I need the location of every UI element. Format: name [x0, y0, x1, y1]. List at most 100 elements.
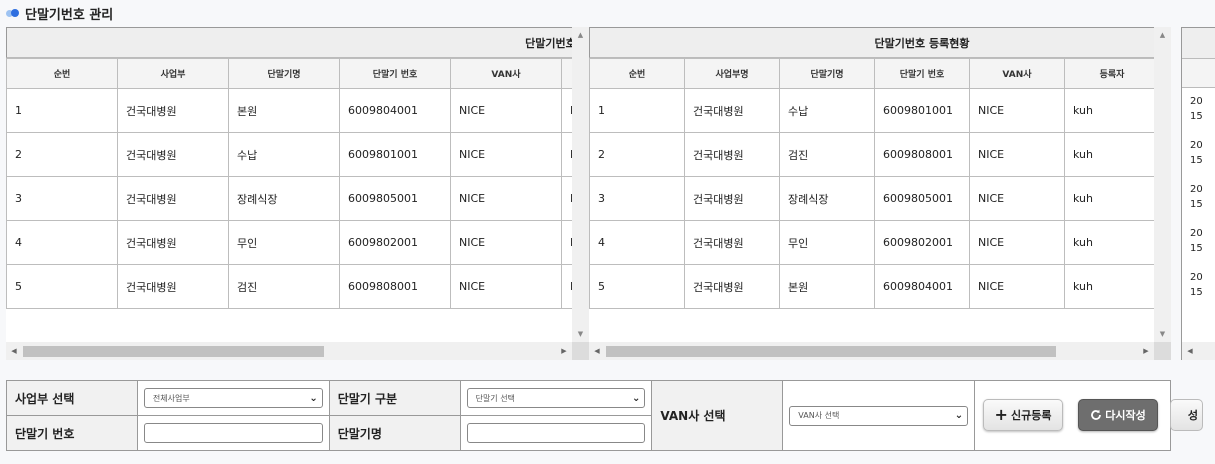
cell-division: 건국대병원	[117, 132, 229, 177]
col-header-terminal-name[interactable]: 단말기명	[779, 58, 875, 89]
cell-terminal-name: 장례식장	[228, 176, 340, 221]
cell-terminal-number: 6009805001	[339, 176, 451, 221]
date-fragment-top: 20	[1190, 96, 1203, 107]
terminal-type-placeholder: 단말기 선택	[475, 393, 515, 403]
registration-scroll-thumb[interactable]	[606, 346, 1056, 357]
date-fragment: 20 15	[1190, 182, 1203, 212]
scroll-left-icon[interactable]: ◀	[6, 342, 22, 360]
table-row[interactable]: 1 건국대병원 수납 6009801001 NICE kuh	[589, 88, 1171, 133]
table-row[interactable]: 5건국대병원검진6009808001NICEN	[6, 264, 589, 309]
date-fragment-top: 20	[1190, 228, 1203, 239]
partial-button[interactable]: 성	[1170, 399, 1203, 431]
van-select[interactable]: VAN사 선택 ⌄	[789, 405, 969, 426]
registration-caption: 단말기번호 등록현황	[589, 27, 1171, 58]
ledger-vertical-scrollbar[interactable]: ▲ ▼	[572, 27, 589, 342]
col-header-division-name[interactable]: 사업부명	[684, 58, 780, 89]
terminal-type-label: 단말기 구분	[328, 380, 461, 416]
table-row[interactable]: 3건국대병원장례식장6009805001NICEN	[6, 176, 589, 221]
cell-van: NICE	[969, 88, 1065, 133]
table-row[interactable]: 3 건국대병원 장례식장 6009805001 NICE kuh	[589, 176, 1171, 221]
scroll-down-icon[interactable]: ▼	[572, 326, 589, 342]
table-row[interactable]: 2건국대병원수납6009801001NICEN	[6, 132, 589, 177]
cell-terminal-name: 수납	[228, 132, 340, 177]
chevron-down-icon: ⌄	[309, 392, 318, 404]
cell-terminal-number: 6009802001	[874, 220, 970, 265]
cell-van: NICE	[450, 132, 562, 177]
cell-no: 1	[6, 88, 118, 133]
cell-terminal-name: 본원	[228, 88, 340, 133]
cell-no: 2	[6, 132, 118, 177]
scroll-left-icon[interactable]: ◀	[589, 342, 605, 360]
cell-van: NICE	[450, 264, 562, 309]
cell-no: 4	[6, 220, 118, 265]
cell-division: 건국대병원	[684, 220, 780, 265]
terminal-ledger-panel: 단말기번호 원장 순번 사업부 단말기명 단말기 번호 VAN사 1건국대병원본…	[6, 27, 589, 360]
scroll-left-icon[interactable]: ◀	[1182, 342, 1198, 360]
partial-button-label: 성	[1187, 409, 1198, 422]
cell-van: NICE	[969, 264, 1065, 309]
terminal-number-input[interactable]	[143, 423, 323, 443]
col-header-van[interactable]: VAN사	[450, 58, 562, 89]
cell-van: NICE	[969, 132, 1065, 177]
registration-header-row: 순번 사업부명 단말기명 단말기 번호 VAN사 등록자	[589, 58, 1171, 89]
table-row[interactable]: 4건국대병원무인6009802001NICEN	[6, 220, 589, 265]
registration-vertical-scrollbar[interactable]: ▲ ▼	[1154, 27, 1171, 342]
col-header-no[interactable]: 순번	[6, 58, 118, 89]
terminal-name-input[interactable]	[466, 423, 646, 443]
scroll-up-icon[interactable]: ▲	[1154, 27, 1171, 43]
page-title: 단말기번호 관리	[6, 4, 114, 23]
col-header-division[interactable]: 사업부	[117, 58, 229, 89]
cell-terminal-number: 6009802001	[339, 220, 451, 265]
scroll-right-icon[interactable]: ▶	[556, 342, 572, 360]
registration-horizontal-scrollbar[interactable]: ◀ ▶	[589, 342, 1154, 360]
chevron-down-icon: ⌄	[632, 392, 641, 404]
cell-division: 건국대병원	[684, 88, 780, 133]
scroll-right-icon[interactable]: ▶	[1138, 342, 1154, 360]
cell-van: NICE	[450, 176, 562, 221]
cell-terminal-number: 6009808001	[874, 132, 970, 177]
date-fragment: 20 15	[1190, 270, 1203, 300]
cell-van: NICE	[450, 88, 562, 133]
cell-van: NICE	[969, 220, 1065, 265]
division-select[interactable]: 전체사업부 ⌄	[143, 388, 323, 408]
third-panel-caption	[1182, 27, 1215, 58]
table-row[interactable]: 5 건국대병원 본원 6009804001 NICE kuh	[589, 264, 1171, 309]
third-panel-horizontal-scrollbar[interactable]: ◀	[1182, 342, 1215, 360]
chevron-down-icon: ⌄	[954, 410, 964, 421]
reset-button[interactable]: 다시작성	[1078, 399, 1158, 431]
van-select-placeholder: VAN사 선택	[798, 411, 840, 420]
cell-terminal-name: 수납	[779, 88, 875, 133]
cell-registrant: kuh	[1064, 88, 1160, 133]
cell-registrant: kuh	[1064, 176, 1160, 221]
division-select-cell: 전체사업부 ⌄	[136, 380, 330, 416]
third-panel-header	[1182, 58, 1215, 88]
cell-van: NICE	[969, 176, 1065, 221]
col-header-terminal-number[interactable]: 단말기 번호	[874, 58, 970, 89]
cell-registrant: kuh	[1064, 220, 1160, 265]
cell-division: 건국대병원	[684, 264, 780, 309]
ledger-horizontal-scrollbar[interactable]: ◀ ▶	[6, 342, 572, 360]
col-header-terminal-number[interactable]: 단말기 번호	[339, 58, 451, 89]
cell-no: 1	[589, 88, 685, 133]
col-header-registrant[interactable]: 등록자	[1064, 58, 1160, 89]
cell-registrant: kuh	[1064, 132, 1160, 177]
cell-terminal-name: 무인	[228, 220, 340, 265]
terminal-type-cell: 단말기 선택 ⌄	[459, 380, 653, 416]
cell-division: 건국대병원	[117, 176, 229, 221]
scroll-down-icon[interactable]: ▼	[1154, 326, 1171, 342]
terminal-management-page: 단말기번호 관리 단말기번호 원장 순번 사업부 단말기명 단말기 번호 VAN…	[0, 0, 1215, 464]
col-header-van[interactable]: VAN사	[969, 58, 1065, 89]
date-fragment-bottom: 15	[1190, 287, 1203, 298]
terminal-type-select[interactable]: 단말기 선택 ⌄	[466, 388, 646, 408]
table-row[interactable]: 4 건국대병원 무인 6009802001 NICE kuh	[589, 220, 1171, 265]
cell-terminal-number: 6009801001	[339, 132, 451, 177]
col-header-no[interactable]: 순번	[589, 58, 685, 89]
table-row[interactable]: 2 건국대병원 검진 6009808001 NICE kuh	[589, 132, 1171, 177]
table-row[interactable]: 1건국대병원본원6009804001NICEN	[6, 88, 589, 133]
new-register-button[interactable]: + 신규등록	[983, 399, 1063, 431]
cell-division: 건국대병원	[684, 132, 780, 177]
col-header-terminal-name[interactable]: 단말기명	[228, 58, 340, 89]
page-title-text: 단말기번호 관리	[25, 7, 114, 23]
ledger-scroll-thumb[interactable]	[23, 346, 324, 357]
scroll-up-icon[interactable]: ▲	[572, 27, 589, 43]
